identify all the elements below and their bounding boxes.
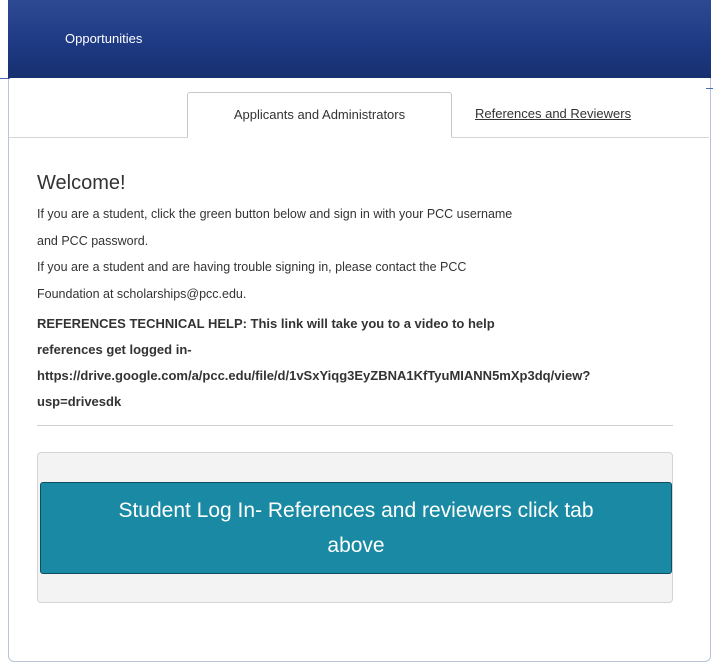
help-link-continuation[interactable]: usp=drivesdk [37, 394, 121, 409]
student-login-button[interactable]: Student Log In- References and reviewers… [40, 482, 672, 574]
tab-references-and-reviewers[interactable]: References and Reviewers [475, 106, 631, 121]
welcome-heading: Welcome! [37, 172, 126, 194]
content-divider [37, 425, 673, 426]
instruction-line-3: If you are a student and are having trou… [37, 260, 467, 274]
left-accent-line [0, 78, 10, 91]
top-nav-bar: Opportunities [8, 0, 711, 78]
login-button-line-1: Student Log In- References and reviewers… [118, 499, 594, 522]
help-line-2: references get logged in- [37, 342, 192, 357]
instruction-line-1: If you are a student, click the green bu… [37, 207, 513, 221]
instruction-line-4: Foundation at scholarships@pcc.edu. [37, 287, 247, 301]
help-line-1: REFERENCES TECHNICAL HELP: This link wil… [37, 316, 495, 331]
right-accent-line [706, 88, 713, 89]
tab-applicants-and-administrators[interactable]: Applicants and Administrators [187, 92, 452, 138]
instruction-line-2: and PCC password. [37, 234, 149, 248]
login-button-line-2: above [327, 534, 385, 557]
nav-opportunities-link[interactable]: Opportunities [65, 31, 142, 46]
help-video-link[interactable]: https://drive.google.com/a/pcc.edu/file/… [37, 368, 711, 383]
